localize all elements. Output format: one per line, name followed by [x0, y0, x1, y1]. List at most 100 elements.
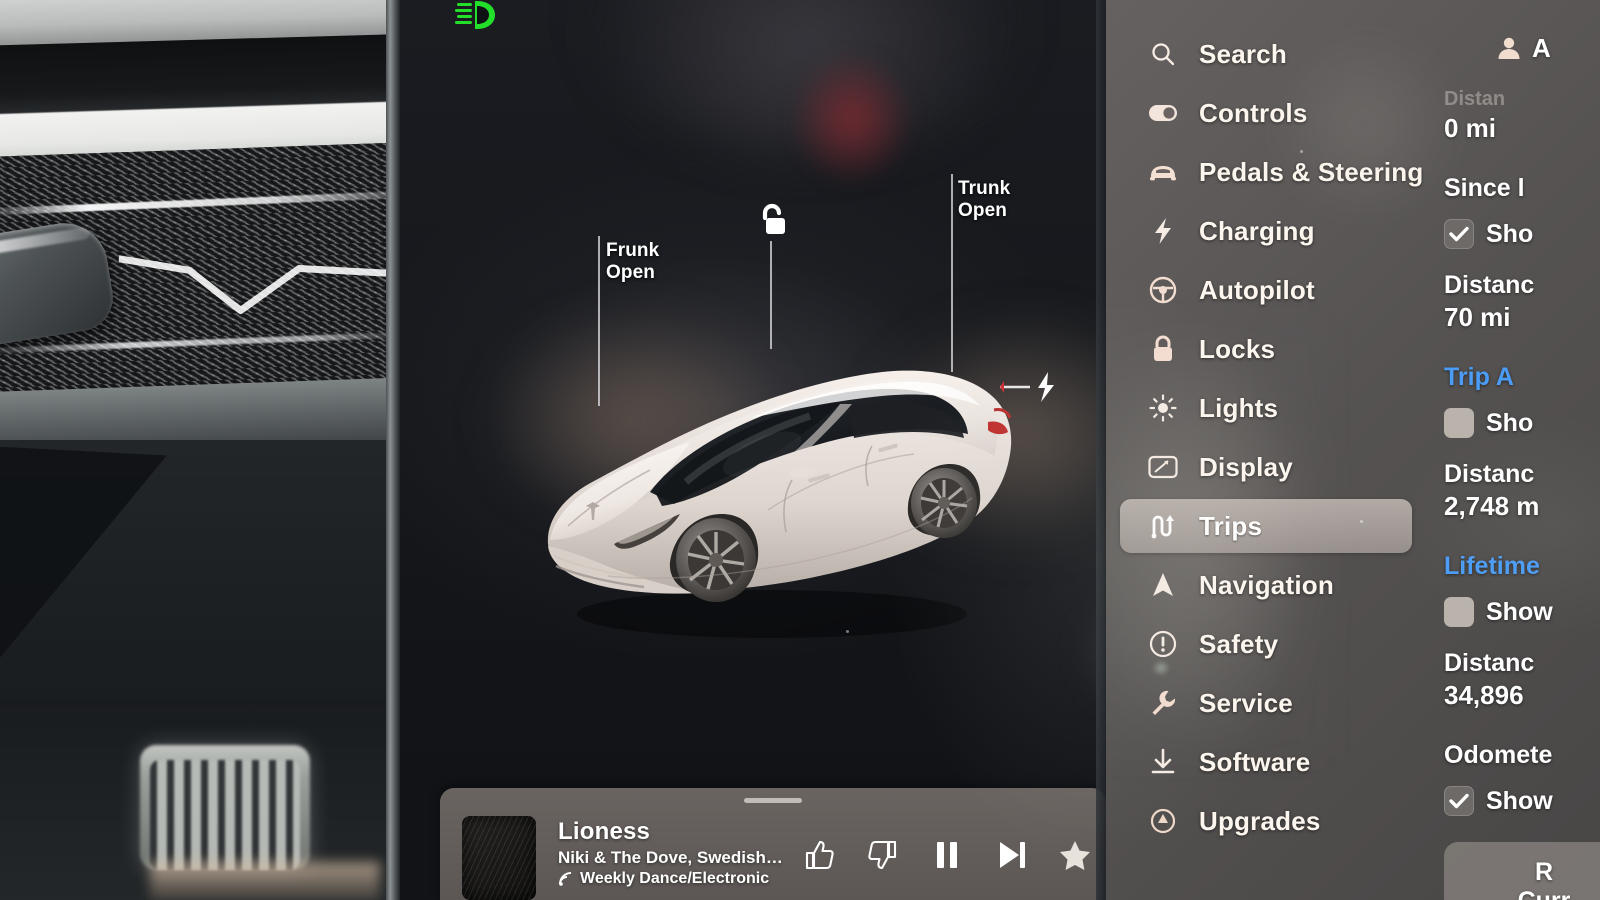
- callout-frunk-line1: Frunk: [606, 240, 660, 261]
- thumbs-down-button[interactable]: [864, 836, 902, 874]
- trip-row-value-1: 70 mi: [1444, 302, 1511, 332]
- unlocked-padlock-icon: [762, 203, 785, 234]
- car-interior-photo: [0, 0, 392, 900]
- wrench-icon: [1148, 688, 1178, 718]
- pause-button[interactable]: [928, 836, 966, 874]
- media-player-bar[interactable]: Lioness Niki & The Dove, Swedish… Weekly…: [440, 788, 1106, 900]
- settings-panel: Search Controls Pedals & Steering Chargi…: [1106, 0, 1600, 900]
- trip-head-trip-a[interactable]: Trip A: [1444, 363, 1600, 392]
- lock-icon: [1148, 334, 1178, 364]
- trip-check-0[interactable]: Sho: [1444, 219, 1600, 249]
- sidebar-item-search[interactable]: Search: [1120, 27, 1412, 81]
- sidebar-label-controls: Controls: [1199, 97, 1308, 128]
- checkbox-label-0: Sho: [1486, 219, 1534, 248]
- sidebar-label-locks: Locks: [1199, 333, 1276, 364]
- sidebar-item-navigation[interactable]: Navigation: [1120, 558, 1412, 612]
- trip-head-lifetime[interactable]: Lifetime: [1444, 552, 1600, 581]
- sidebar-label-safety: Safety: [1199, 628, 1279, 659]
- callout-frunk-open: Frunk Open: [606, 240, 659, 284]
- sidebar-label-upgrades: Upgrades: [1199, 805, 1321, 836]
- reflection-cap: [590, 0, 1020, 156]
- callout-trunk-open: Trunk Open: [958, 178, 1010, 222]
- profile-row[interactable]: A: [1426, 26, 1600, 70]
- reset-button-line2: Curr: [1518, 887, 1571, 900]
- sidebar-label-service: Service: [1199, 687, 1293, 718]
- reset-current-trip-button[interactable]: R Curr: [1444, 842, 1600, 900]
- upgrades-icon: [1148, 806, 1178, 836]
- sidebar-item-upgrades[interactable]: Upgrades: [1120, 794, 1412, 848]
- trip-row-value-2: 2,748 m: [1444, 491, 1540, 521]
- air-vent-slats: [150, 760, 300, 870]
- sidebar-item-locks[interactable]: Locks: [1120, 322, 1412, 376]
- player-drag-handle[interactable]: [744, 798, 802, 803]
- checkbox-label-1: Sho: [1486, 408, 1534, 437]
- sidebar-label-lights: Lights: [1199, 392, 1279, 423]
- trip-label-distance-1: Distanc: [1444, 271, 1535, 299]
- album-artwork[interactable]: [462, 816, 536, 900]
- sidebar-item-software[interactable]: Software: [1120, 735, 1412, 789]
- car-front-icon: [1148, 157, 1178, 187]
- download-icon: [1148, 747, 1178, 777]
- tesla-touchscreen-photo: Frunk Open Trunk Open Lioness Niki & The…: [0, 0, 1600, 900]
- callout-trunk-line1: Trunk: [958, 178, 1011, 199]
- trip-head-odometer: Odomete: [1444, 741, 1553, 769]
- checkbox-label-2: Show: [1486, 597, 1553, 626]
- callout-trunk-line2: Open: [958, 200, 1007, 221]
- sidebar-item-lights[interactable]: Lights: [1120, 381, 1412, 435]
- sidebar-label-autopilot: Autopilot: [1199, 274, 1315, 305]
- vent-warm-reflection: [150, 862, 380, 900]
- sidebar-item-charging[interactable]: Charging: [1120, 204, 1412, 258]
- trips-detail-panel: A Distan 0 mi Since l Sho Distanc 70 mi …: [1426, 0, 1600, 900]
- player-controls: [800, 836, 1094, 874]
- sidebar-item-autopilot[interactable]: Autopilot: [1120, 263, 1412, 317]
- checkbox-checked-0[interactable]: [1444, 219, 1474, 249]
- reflection-red-logo: [792, 54, 912, 184]
- checkbox-label-3: Show: [1486, 786, 1553, 815]
- display-icon: [1148, 452, 1178, 482]
- trip-label-distance-3: Distanc: [1444, 649, 1535, 677]
- sidebar-label-display: Display: [1199, 451, 1293, 482]
- trip-head-since-last-charge: Since l: [1444, 174, 1525, 202]
- sidebar-label-trips: Trips: [1199, 510, 1263, 541]
- next-track-button[interactable]: [992, 836, 1030, 874]
- touchscreen-display: Frunk Open Trunk Open Lioness Niki & The…: [400, 0, 1600, 900]
- streaming-icon: [559, 872, 572, 886]
- sidebar-label-charging: Charging: [1199, 215, 1315, 246]
- trip-check-3[interactable]: Show: [1444, 786, 1600, 816]
- bolt-icon: [1148, 216, 1178, 246]
- sidebar-label-pedals-steering: Pedals & Steering: [1199, 156, 1424, 187]
- sidebar-item-service[interactable]: Service: [1120, 676, 1412, 730]
- search-icon: [1148, 39, 1178, 69]
- checkbox-checked-3[interactable]: [1444, 786, 1474, 816]
- sun-icon: [1148, 393, 1178, 423]
- thumbs-up-button[interactable]: [800, 836, 838, 874]
- screen-bezel-left: [386, 0, 400, 900]
- screen-panel-divider: [1096, 0, 1106, 900]
- sidebar-item-trips[interactable]: Trips: [1120, 499, 1412, 553]
- settings-nav-list: Search Controls Pedals & Steering Chargi…: [1106, 0, 1426, 900]
- reset-button-line1: R: [1534, 858, 1554, 886]
- tesla-model-3-render: [547, 370, 1012, 638]
- sidebar-item-controls[interactable]: Controls: [1120, 86, 1412, 140]
- trip-label-distance-2: Distanc: [1444, 460, 1535, 488]
- sidebar-item-pedals-steering[interactable]: Pedals & Steering: [1120, 145, 1423, 199]
- sidebar-label-navigation: Navigation: [1199, 569, 1334, 600]
- checkbox-unchecked-2[interactable]: [1444, 597, 1474, 627]
- checkbox-unchecked-1[interactable]: [1444, 408, 1474, 438]
- sidebar-label-search: Search: [1199, 38, 1287, 69]
- station-label: Weekly Dance/Electronic: [580, 870, 770, 887]
- exclamation-circle-icon: [1148, 629, 1178, 659]
- trips-rows: Distan 0 mi Since l Sho Distanc 70 mi Tr…: [1426, 88, 1600, 816]
- toggle-icon: [1148, 98, 1178, 128]
- vehicle-visualization-panel: Frunk Open Trunk Open: [400, 0, 1220, 786]
- favorite-button[interactable]: [1056, 836, 1094, 874]
- sidebar-item-safety[interactable]: Safety: [1120, 617, 1412, 671]
- steering-wheel-icon: [1148, 275, 1178, 305]
- trip-check-2[interactable]: Show: [1444, 597, 1600, 627]
- sidebar-item-display[interactable]: Display: [1120, 440, 1412, 494]
- navigation-arrow-icon: [1148, 570, 1178, 600]
- sidebar-label-software: Software: [1199, 746, 1311, 777]
- low-beam-headlight-icon: [455, 1, 495, 29]
- person-icon: [1498, 37, 1520, 59]
- trip-check-1[interactable]: Sho: [1444, 408, 1600, 438]
